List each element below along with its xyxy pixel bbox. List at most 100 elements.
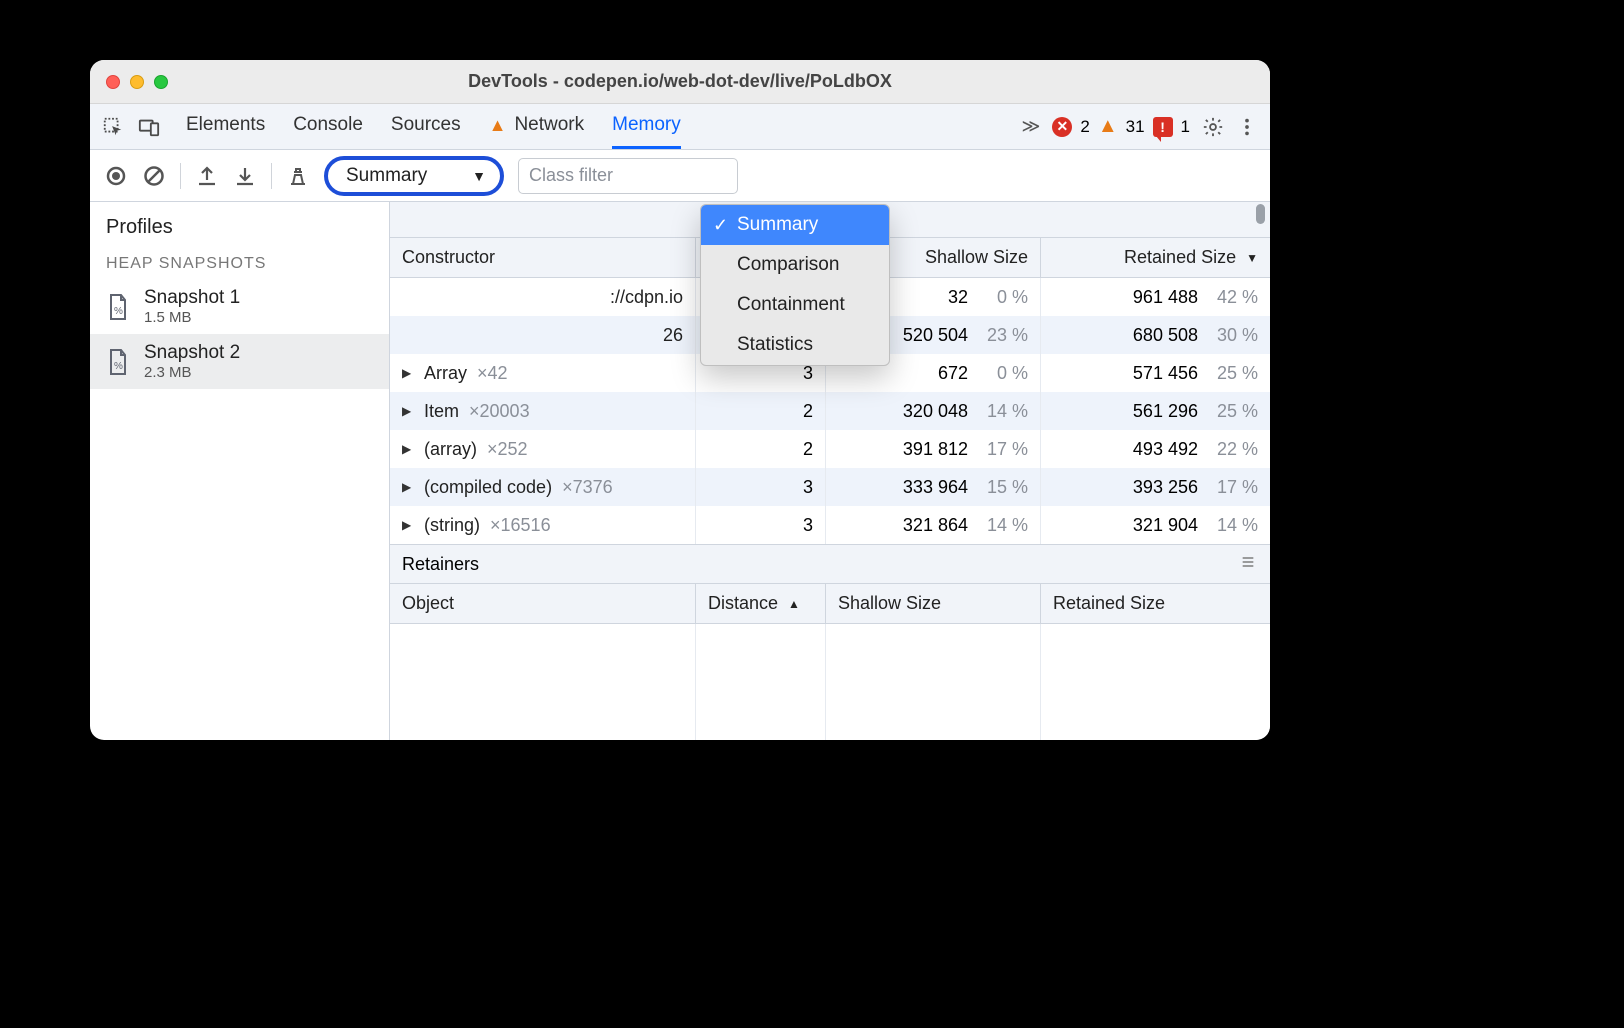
- record-icon[interactable]: [104, 164, 128, 188]
- shallow-size-pct: 0 %: [982, 287, 1028, 308]
- sort-desc-icon: ▼: [1246, 251, 1258, 265]
- more-options-icon[interactable]: [1236, 116, 1258, 138]
- disclosure-triangle-icon[interactable]: ▶: [402, 480, 414, 494]
- class-filter-input[interactable]: [518, 158, 738, 194]
- tab-label: Memory: [612, 114, 681, 136]
- garbage-collect-icon[interactable]: [286, 164, 310, 188]
- instance-count: ×42: [477, 363, 508, 384]
- retainers-title: Retainers: [402, 554, 479, 575]
- tab-sources[interactable]: Sources: [391, 104, 461, 149]
- perspective-menu-item[interactable]: Summary: [701, 205, 889, 245]
- disclosure-triangle-icon[interactable]: ▶: [402, 442, 414, 456]
- window-zoom-button[interactable]: [154, 75, 168, 89]
- chevron-down-icon: ▼: [472, 168, 486, 184]
- ret-col-retained[interactable]: Retained Size: [1040, 584, 1270, 623]
- perspective-menu-item[interactable]: Containment: [701, 285, 889, 325]
- col-label: Object: [402, 593, 454, 614]
- perspective-menu-item[interactable]: Statistics: [701, 325, 889, 365]
- memory-toolbar: Summary ▼: [90, 150, 1270, 202]
- distance-value: 3: [803, 477, 813, 498]
- warning-icon: ▲: [489, 115, 507, 136]
- instance-count: ×7376: [562, 477, 613, 498]
- window-title: DevTools - codepen.io/web-dot-dev/live/P…: [90, 71, 1270, 92]
- tab-label: Console: [293, 114, 363, 136]
- error-count: 2: [1080, 117, 1089, 137]
- shallow-size-value: 321 864: [903, 515, 968, 536]
- shallow-size-pct: 0 %: [982, 363, 1028, 384]
- tab-label: Elements: [186, 114, 265, 136]
- retainers-menu-icon[interactable]: [1238, 554, 1258, 575]
- device-toolbar-icon[interactable]: [138, 116, 160, 138]
- retained-size-value: 493 492: [1133, 439, 1198, 460]
- constructor-name: (compiled code): [424, 477, 552, 498]
- more-tabs-button[interactable]: ≫: [1022, 116, 1041, 137]
- snapshot-size: 2.3 MB: [144, 364, 240, 381]
- tab-label: Network: [514, 114, 584, 136]
- shallow-size-value: 32: [948, 287, 968, 308]
- col-label: Retained Size: [1124, 247, 1236, 268]
- snapshot-name: Snapshot 1: [144, 287, 240, 309]
- constructor-name: ://cdpn.io: [610, 287, 683, 308]
- ret-col-object[interactable]: Object: [390, 584, 695, 623]
- shallow-size-pct: 17 %: [982, 439, 1028, 460]
- constructor-name: Array: [424, 363, 467, 384]
- instance-count: ×20003: [469, 401, 530, 422]
- error-icon: ✕: [1052, 117, 1072, 137]
- toggle-element-picker-icon[interactable]: [102, 116, 124, 138]
- retainers-header: Object Distance▲ Shallow Size Retained S…: [390, 584, 1270, 624]
- panel-tabs: Elements Console Sources ▲ Network Memor…: [186, 104, 681, 149]
- ret-col-distance[interactable]: Distance▲: [695, 584, 825, 623]
- col-label: Shallow Size: [838, 593, 941, 614]
- tab-elements[interactable]: Elements: [186, 104, 265, 149]
- profiles-sidebar: Profiles HEAP SNAPSHOTS % Snapshot 1 1.5…: [90, 202, 390, 740]
- announcement-count: 1: [1181, 117, 1190, 137]
- table-row[interactable]: ▶ (array) ×252 2 391 81217 % 493 49222 %: [390, 430, 1270, 468]
- settings-icon[interactable]: [1202, 116, 1224, 138]
- warning-count: 31: [1126, 117, 1145, 137]
- scrollbar-thumb[interactable]: [1256, 204, 1265, 224]
- snapshot-item[interactable]: % Snapshot 1 1.5 MB: [90, 279, 389, 334]
- constructor-name: 26: [663, 325, 683, 346]
- distance-value: 2: [803, 401, 813, 422]
- table-row[interactable]: ▶ (string) ×16516 3 321 86414 % 321 9041…: [390, 506, 1270, 544]
- titlebar: DevTools - codepen.io/web-dot-dev/live/P…: [90, 60, 1270, 104]
- table-row[interactable]: ▶ (compiled code) ×7376 3 333 96415 % 39…: [390, 468, 1270, 506]
- issue-counters[interactable]: ✕ 2 ▲ 31 ! 1: [1052, 115, 1190, 138]
- retained-size-value: 393 256: [1133, 477, 1198, 498]
- perspective-selected-label: Summary: [346, 165, 427, 187]
- disclosure-triangle-icon[interactable]: ▶: [402, 366, 414, 380]
- col-retained-size[interactable]: Retained Size ▼: [1040, 238, 1270, 277]
- upload-icon[interactable]: [195, 164, 219, 188]
- tab-network[interactable]: ▲ Network: [489, 104, 585, 149]
- window-close-button[interactable]: [106, 75, 120, 89]
- instance-count: ×16516: [490, 515, 551, 536]
- snapshot-item[interactable]: % Snapshot 2 2.3 MB: [90, 334, 389, 389]
- window-minimize-button[interactable]: [130, 75, 144, 89]
- shallow-size-pct: 23 %: [982, 325, 1028, 346]
- ret-col-shallow[interactable]: Shallow Size: [825, 584, 1040, 623]
- distance-value: 3: [803, 515, 813, 536]
- retained-size-pct: 14 %: [1212, 515, 1258, 536]
- disclosure-triangle-icon[interactable]: ▶: [402, 404, 414, 418]
- clear-icon[interactable]: [142, 164, 166, 188]
- sidebar-heading: HEAP SNAPSHOTS: [90, 249, 389, 279]
- col-label: Shallow Size: [925, 247, 1028, 268]
- col-constructor[interactable]: Constructor: [390, 238, 695, 277]
- sort-asc-icon: ▲: [788, 597, 800, 611]
- tab-console[interactable]: Console: [293, 104, 363, 149]
- shallow-size-pct: 15 %: [982, 477, 1028, 498]
- shallow-size-pct: 14 %: [982, 401, 1028, 422]
- disclosure-triangle-icon[interactable]: ▶: [402, 518, 414, 532]
- download-icon[interactable]: [233, 164, 257, 188]
- retained-size-value: 680 508: [1133, 325, 1198, 346]
- perspective-menu: SummaryComparisonContainmentStatistics: [700, 204, 890, 366]
- constructor-name: Item: [424, 401, 459, 422]
- perspective-dropdown[interactable]: Summary ▼: [324, 156, 504, 196]
- retainers-body: [390, 624, 1270, 740]
- separator: [180, 163, 181, 189]
- perspective-menu-item[interactable]: Comparison: [701, 245, 889, 285]
- tab-memory[interactable]: Memory: [612, 104, 681, 149]
- shallow-size-value: 520 504: [903, 325, 968, 346]
- heap-grid: SummaryComparisonContainmentStatistics ▼…: [390, 202, 1270, 740]
- table-row[interactable]: ▶ Item ×20003 2 320 04814 % 561 29625 %: [390, 392, 1270, 430]
